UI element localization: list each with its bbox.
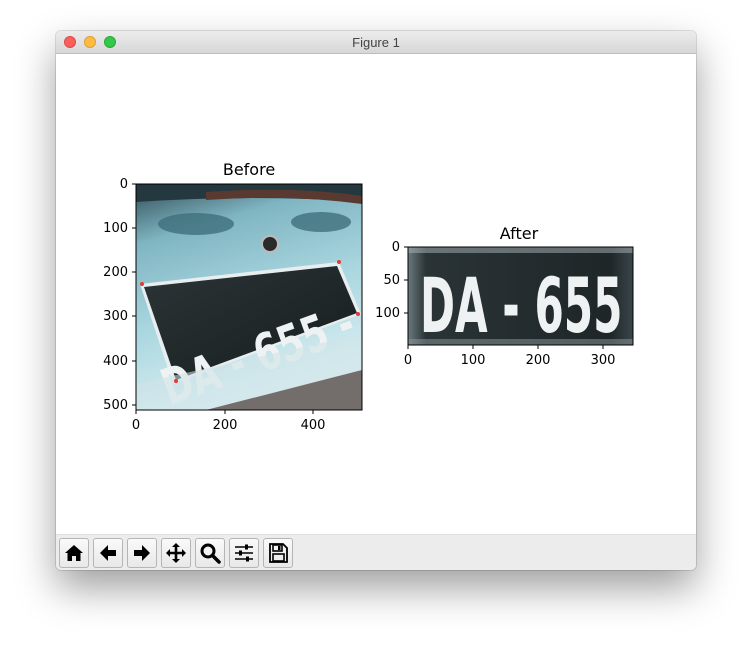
after-xtick-label: 200 bbox=[526, 353, 551, 368]
save-button[interactable] bbox=[263, 538, 293, 568]
before-image: DA - 655 - QL bbox=[136, 184, 362, 410]
after-ytick-label: 0 bbox=[392, 240, 400, 255]
before-axes: Before DA - 655 - QL 0 100 200 300 400 5… bbox=[103, 160, 363, 433]
magnifier-icon bbox=[200, 543, 221, 564]
after-image: DA - 655 - QL bbox=[408, 247, 696, 350]
before-xtick-label: 0 bbox=[132, 418, 140, 433]
move-icon bbox=[166, 543, 186, 563]
before-ytick-label: 400 bbox=[103, 354, 128, 369]
before-xtick-label: 400 bbox=[301, 418, 326, 433]
before-ytick-label: 200 bbox=[103, 265, 128, 280]
arrow-right-icon bbox=[134, 545, 150, 561]
after-xtick-label: 300 bbox=[591, 353, 616, 368]
after-ytick-label: 50 bbox=[383, 273, 400, 288]
navigation-toolbar bbox=[56, 534, 696, 570]
before-title: Before bbox=[223, 160, 275, 179]
floppy-disk-icon bbox=[269, 543, 288, 563]
before-xtick-label: 200 bbox=[213, 418, 238, 433]
zoom-button[interactable] bbox=[195, 538, 225, 568]
after-x-axis: 0 100 200 300 bbox=[404, 345, 616, 368]
after-axes: After DA - 655 - QL 0 50 100 bbox=[375, 224, 696, 368]
after-xtick-label: 100 bbox=[461, 353, 486, 368]
home-button[interactable] bbox=[59, 538, 89, 568]
before-ytick-label: 0 bbox=[120, 177, 128, 192]
after-title: After bbox=[500, 224, 539, 243]
forward-button[interactable] bbox=[127, 538, 157, 568]
window-title: Figure 1 bbox=[352, 35, 400, 50]
before-ytick-label: 300 bbox=[103, 309, 128, 324]
after-y-axis: 0 50 100 bbox=[375, 240, 408, 321]
figure-canvas[interactable]: Before DA - 655 - QL 0 100 200 300 400 5… bbox=[56, 54, 696, 534]
before-x-axis: 0 200 400 bbox=[132, 410, 326, 433]
before-ytick-label: 500 bbox=[103, 398, 128, 413]
after-ytick-label: 100 bbox=[375, 306, 400, 321]
after-xtick-label: 0 bbox=[404, 353, 412, 368]
back-button[interactable] bbox=[93, 538, 123, 568]
before-y-axis: 0 100 200 300 400 500 bbox=[103, 177, 136, 413]
configure-subplots-button[interactable] bbox=[229, 538, 259, 568]
arrow-left-icon bbox=[100, 545, 116, 561]
home-icon bbox=[65, 545, 83, 561]
figure-window: Figure 1 Before DA - 655 - QL 0 100 200 … bbox=[56, 31, 696, 570]
title-bar: Figure 1 bbox=[56, 31, 696, 54]
pan-button[interactable] bbox=[161, 538, 191, 568]
after-plate-text: DA - 655 - QL bbox=[420, 261, 696, 350]
before-ytick-label: 100 bbox=[103, 221, 128, 236]
sliders-icon bbox=[235, 544, 253, 562]
figure-svg: Before DA - 655 - QL 0 100 200 300 400 5… bbox=[103, 160, 696, 433]
